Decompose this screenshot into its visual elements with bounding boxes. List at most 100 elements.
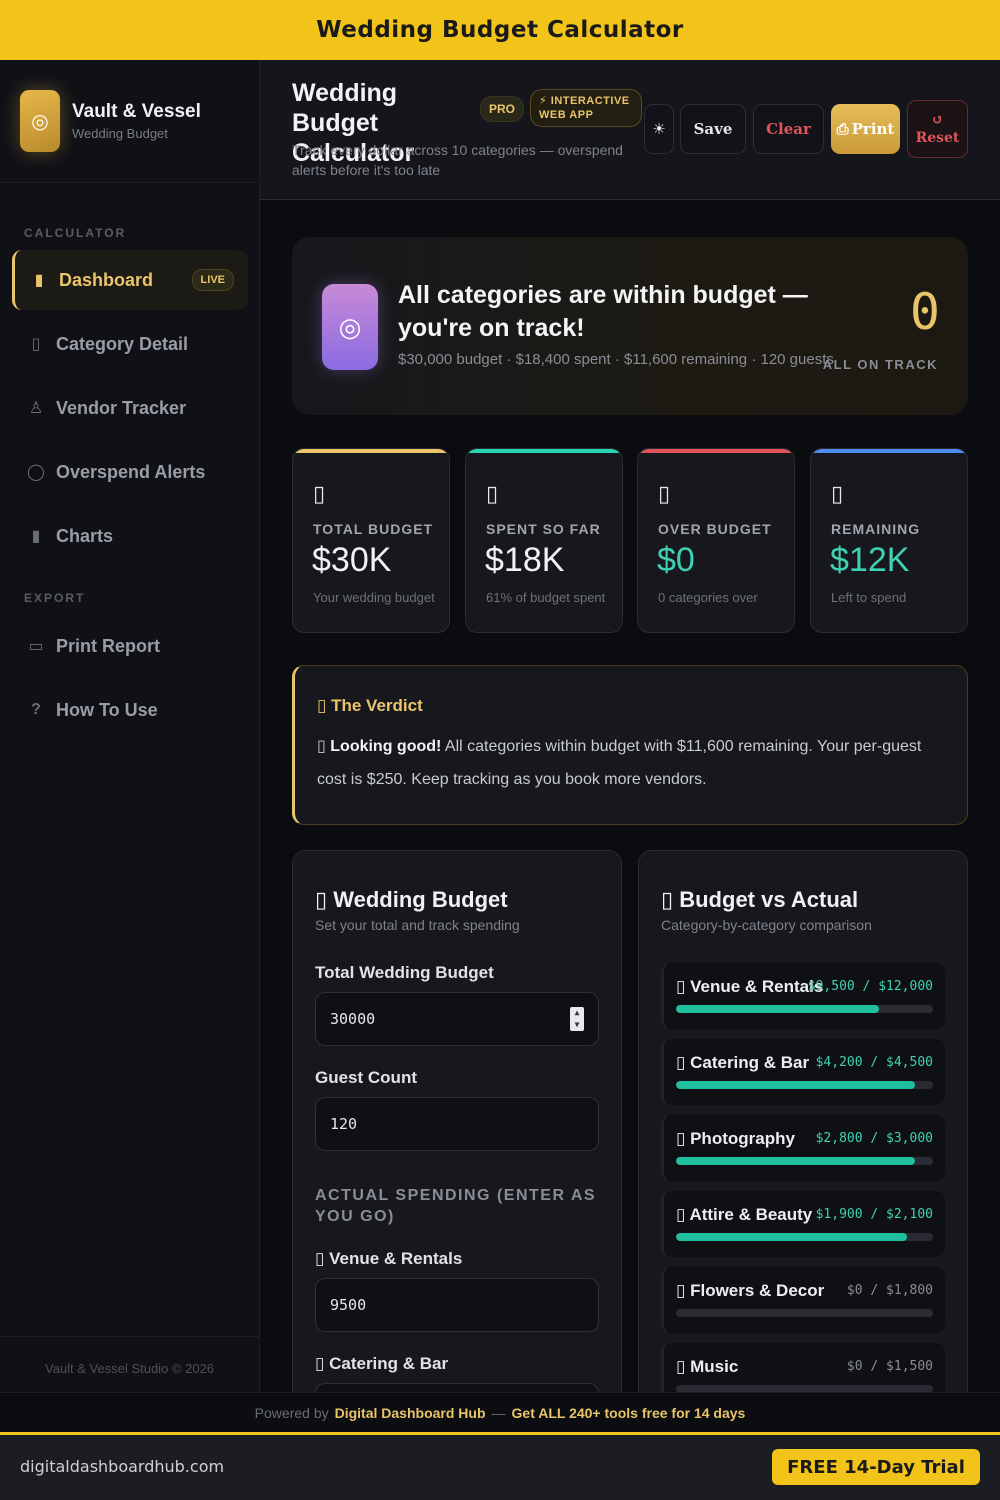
category-name: ▯ Catering & Bar [676, 1053, 809, 1073]
hero-subtitle: $30,000 budget · $18,400 spent · $11,600… [398, 351, 834, 368]
category-row: ▯ Music $0 / $1,500 [661, 1343, 945, 1392]
category-name-text: Music [690, 1357, 739, 1376]
category-name-text: Flowers & Decor [690, 1281, 825, 1300]
sidebar-item-label: How To Use [56, 699, 158, 720]
field-label-text: Venue & Rentals [329, 1249, 463, 1268]
music-icon: ▯ [676, 1357, 686, 1376]
page-subtitle: Track every dollar across 10 categories … [292, 142, 623, 178]
printer-icon: ▭ [28, 638, 44, 655]
app-badge: ⚡ INTERACTIVE WEB APP [530, 89, 642, 127]
save-button[interactable]: Save [680, 104, 746, 154]
footer-bar: digitaldashboardhub.com FREE 14-Day Tria… [0, 1432, 1000, 1500]
stat-accent-bar [466, 449, 622, 453]
stat-accent-bar [811, 449, 967, 453]
stat-note: Your wedding budget [313, 590, 435, 605]
catering-icon: ▯ [315, 1354, 325, 1373]
card-title-text: Budget vs Actual [679, 887, 859, 912]
stat-note: 61% of budget spent [486, 590, 606, 605]
stat-value: $30K [312, 541, 392, 579]
progress-track [676, 1081, 933, 1089]
user-icon: ♙ [28, 400, 44, 417]
venue-spend-input[interactable]: 9500 [315, 1278, 599, 1332]
print-label: Print [851, 120, 895, 138]
venue-field-label: ▯ Venue & Rentals [315, 1249, 462, 1269]
stat-value: $0 [657, 541, 695, 579]
check-icon: ▯ [317, 738, 326, 755]
sidebar-item-charts[interactable]: ▮ Charts [12, 506, 248, 566]
category-row: ▯ Attire & Beauty $1,900 / $2,100 [661, 1191, 945, 1257]
verdict-title-text: The Verdict [331, 696, 423, 715]
over-budget-count: 0 [909, 283, 940, 341]
clear-label: Clear [766, 120, 811, 138]
total-budget-label: Total Wedding Budget [315, 963, 494, 982]
theme-toggle-button[interactable]: ☀ [644, 104, 674, 154]
nav-section-export: EXPORT [24, 591, 86, 605]
clear-button[interactable]: Clear [753, 104, 824, 154]
budget-vs-actual-card: ▯ Budget vs Actual Category-by-category … [638, 850, 968, 1392]
main-content: ◎ All categories are within budget — you… [260, 200, 1000, 1392]
brand-subtitle: Wedding Budget [72, 126, 168, 141]
hub-link[interactable]: Digital Dashboard Hub [335, 1405, 486, 1421]
sidebar-item-dashboard[interactable]: ▮ Dashboard LIVE [12, 250, 248, 310]
sidebar-item-label: Dashboard [59, 269, 154, 290]
reset-icon: ↺ [931, 112, 944, 128]
flower-icon: ▯ [676, 1281, 686, 1300]
category-name-text: Photography [690, 1129, 795, 1148]
receipt-icon: ▯ [486, 481, 499, 506]
stat-card-spent: ▯ SPENT SO FAR $18K 61% of budget spent [465, 448, 623, 633]
sidebar-item-label: Overspend Alerts [56, 461, 206, 482]
gavel-icon: ▯ [317, 696, 327, 715]
catering-field-label: ▯ Catering & Bar [315, 1354, 448, 1374]
sidebar-item-category-detail[interactable]: ▯ Category Detail [12, 314, 248, 374]
printer-icon: ⎙ [836, 120, 849, 138]
bar-chart-icon: ▮ [34, 272, 44, 289]
venue-icon: ▯ [676, 977, 686, 996]
help-icon: ? [31, 701, 41, 718]
nav-section-calculator: CALCULATOR [24, 226, 127, 240]
wallet-icon: ▯ [831, 481, 844, 506]
verdict-panel: ▯ The Verdict ▯ Looking good! All catego… [292, 665, 968, 825]
catering-spend-input[interactable] [315, 1383, 599, 1392]
stat-accent-bar [293, 449, 449, 453]
total-budget-input[interactable]: 30000 ▲ ▼ [315, 992, 599, 1046]
category-row: ▯ Venue & Rentals $9,500 / $12,000 [661, 963, 945, 1029]
category-amount: $2,800 / $3,000 [815, 1131, 933, 1146]
stat-label: SPENT SO FAR [486, 521, 601, 537]
category-name: ▯ Photography [676, 1129, 795, 1149]
category-amount: $0 / $1,500 [846, 1359, 933, 1374]
reset-button[interactable]: ↺ Reset [907, 100, 968, 158]
category-amount: $9,500 / $12,000 [807, 979, 933, 994]
sidebar-item-overspend-alerts[interactable]: ◯ Overspend Alerts [12, 442, 248, 502]
category-row: ▯ Catering & Bar $4,200 / $4,500 [661, 1039, 945, 1105]
footer-url[interactable]: digitaldashboardhub.com [20, 1457, 224, 1476]
banner-title: Wedding Budget Calculator [316, 17, 684, 43]
category-name: ▯ Flowers & Decor [676, 1281, 824, 1301]
spending-section-heading: ACTUAL SPENDING (ENTER AS YOU GO) [315, 1187, 597, 1225]
catering-icon: ▯ [676, 1053, 686, 1072]
guest-count-input[interactable]: 120 [315, 1097, 599, 1151]
free-trial-button[interactable]: FREE 14-Day Trial [772, 1449, 980, 1485]
number-stepper[interactable]: ▲ ▼ [570, 1007, 584, 1031]
clipboard-icon: ▯ [31, 336, 41, 353]
category-name: ▯ Attire & Beauty [676, 1205, 812, 1225]
stat-card-remaining: ▯ REMAINING $12K Left to spend [810, 448, 968, 633]
verdict-lead: Looking good! [330, 738, 442, 755]
stat-label: OVER BUDGET [658, 521, 772, 537]
money-bag-icon: ▯ [313, 481, 326, 506]
sidebar-item-vendor-tracker[interactable]: ♙ Vendor Tracker [12, 378, 248, 438]
trial-cta-link[interactable]: Get ALL 240+ tools free for 14 days [512, 1405, 746, 1421]
over-budget-count-label: ALL ON TRACK [822, 357, 938, 372]
brand: ◎ Vault & Vessel Wedding Budget [0, 60, 259, 183]
sidebar-item-how-to-use[interactable]: ? How To Use [12, 680, 248, 740]
sidebar-item-label: Vendor Tracker [56, 397, 187, 418]
powered-separator: — [491, 1404, 506, 1421]
sidebar-item-label: Charts [56, 525, 114, 546]
print-button[interactable]: ⎙ Print [831, 104, 900, 154]
bar-chart-icon: ▮ [31, 528, 41, 545]
category-row: ▯ Photography $2,800 / $3,000 [661, 1115, 945, 1181]
sidebar-item-print-report[interactable]: ▭ Print Report [12, 616, 248, 676]
stat-card-over-budget: ▯ OVER BUDGET $0 0 categories over [637, 448, 795, 633]
field-label-text: Catering & Bar [329, 1354, 449, 1373]
dress-icon: ▯ [676, 1205, 686, 1224]
stat-label: TOTAL BUDGET [313, 521, 434, 537]
